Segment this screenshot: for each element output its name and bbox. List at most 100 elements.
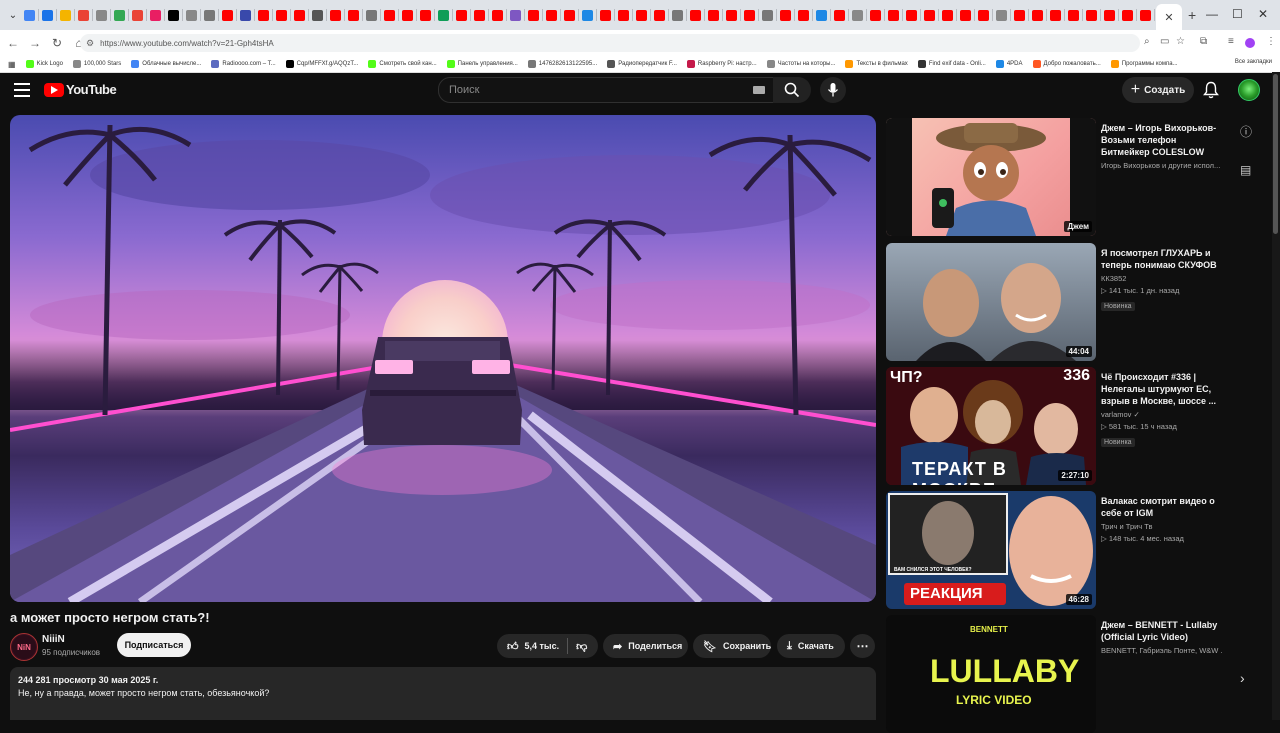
tab-favicon[interactable] xyxy=(60,9,71,21)
site-info-icon[interactable]: ⚙ xyxy=(86,38,94,49)
bookmark-item[interactable]: 1476282613122595... xyxy=(527,60,597,68)
bookmark-item[interactable]: Добро пожаловать... xyxy=(1032,60,1101,68)
like-count[interactable]: 5,4 тыс. xyxy=(525,641,560,651)
apps-grid-icon[interactable]: ▦ xyxy=(8,60,16,69)
voice-search-button[interactable] xyxy=(820,77,846,103)
tab-favicon[interactable] xyxy=(348,9,359,21)
more-actions-button[interactable]: ⋯ xyxy=(850,634,875,658)
tab-favicon[interactable] xyxy=(978,9,989,21)
tab-favicon[interactable] xyxy=(708,9,719,21)
channel-avatar[interactable]: NiN xyxy=(10,633,38,661)
tab-favicon[interactable] xyxy=(240,9,251,21)
maximize-icon[interactable]: ☐ xyxy=(1232,7,1243,21)
tab-favicon[interactable] xyxy=(258,9,269,21)
bookmark-item[interactable]: Cqp/MFFXf.g/AQQzT... xyxy=(285,60,358,68)
bookmark-item[interactable]: Смотреть свой кан... xyxy=(368,60,437,68)
share-button[interactable]: ➦ Поделиться xyxy=(603,634,688,658)
tab-favicon[interactable] xyxy=(492,9,503,21)
tab-favicon[interactable] xyxy=(1014,9,1025,21)
tab-favicon[interactable] xyxy=(222,9,233,21)
scrollbar-thumb[interactable] xyxy=(1273,74,1278,234)
tab-favicon[interactable] xyxy=(456,9,467,21)
keyboard-icon[interactable] xyxy=(753,86,765,94)
tab-favicon[interactable] xyxy=(366,9,377,21)
tab-favicon[interactable] xyxy=(1122,9,1133,21)
tab-favicon[interactable] xyxy=(744,9,755,21)
cast-icon[interactable]: ▭ xyxy=(1160,36,1169,47)
zoom-icon[interactable]: ⌕ xyxy=(1144,36,1150,47)
tab-favicon[interactable] xyxy=(528,9,539,21)
tab-favicon[interactable] xyxy=(24,9,35,21)
recommendation-item[interactable]: ВАМ СНИЛСЯ ЭТОТ ЧЕЛОВЕК? РЕАКЦИЯ 46:28 В… xyxy=(886,491,1226,609)
tab-favicon[interactable] xyxy=(438,9,449,21)
bookmark-item[interactable]: Панель управления... xyxy=(446,60,518,68)
tab-favicon[interactable] xyxy=(150,9,161,21)
tab-favicon[interactable] xyxy=(546,9,557,21)
tab-favicon[interactable] xyxy=(834,9,845,21)
recommendation-title[interactable]: Джем – Игорь Вихорьков-Возьми телефон Би… xyxy=(1101,122,1223,158)
tab-favicon[interactable] xyxy=(564,9,575,21)
bookmark-item[interactable]: Частоты на которы... xyxy=(766,60,835,68)
bookmark-item[interactable]: Kick Logo xyxy=(25,60,63,68)
forward-icon[interactable]: → xyxy=(26,36,44,50)
tab-favicon[interactable] xyxy=(1032,9,1043,21)
address-bar[interactable]: ⚙ https://www.youtube.com/watch?v=21-Gph… xyxy=(80,34,1140,52)
tab-favicon[interactable] xyxy=(186,9,197,21)
bookmark-item[interactable]: Find exif data - Onli... xyxy=(917,60,986,68)
bookmark-star-icon[interactable]: ☆ xyxy=(1176,36,1185,47)
tab-favicon[interactable] xyxy=(780,9,791,21)
back-icon[interactable]: ← xyxy=(4,36,22,50)
recommendation-item[interactable]: ЧП? 336 ТЕРАКТ В МОСКВЕ 2:27:10 Чё Проис… xyxy=(886,367,1226,485)
tab-favicon[interactable] xyxy=(762,9,773,21)
bookmark-item[interactable]: 100,000 Stars xyxy=(72,60,121,68)
recommendation-thumbnail[interactable]: ВАМ СНИЛСЯ ЭТОТ ЧЕЛОВЕК? РЕАКЦИЯ 46:28 xyxy=(886,491,1096,609)
page-scrollbar[interactable] xyxy=(1272,72,1280,720)
recommendation-title[interactable]: Валакас смотрит видео о себе от IGM xyxy=(1101,495,1223,519)
recommendation-thumbnail[interactable]: 44:04 xyxy=(886,243,1096,361)
tab-favicon[interactable] xyxy=(330,9,341,21)
all-bookmarks[interactable]: Все закладки xyxy=(1235,59,1272,65)
recommendation-thumbnail[interactable]: Джем xyxy=(886,118,1096,236)
tab-favicon[interactable] xyxy=(618,9,629,21)
bookmark-item[interactable]: Программы компа... xyxy=(1110,60,1178,68)
tab-favicon[interactable] xyxy=(1050,9,1061,21)
hamburger-menu-icon[interactable] xyxy=(14,83,30,97)
search-input[interactable]: Поиск xyxy=(438,77,774,103)
tab-favicon[interactable] xyxy=(888,9,899,21)
tab-favicon[interactable] xyxy=(636,9,647,21)
create-button[interactable]: + Создать xyxy=(1122,77,1194,103)
bookmark-item[interactable]: Тексты в фильмах xyxy=(845,60,908,68)
tab-favicon[interactable] xyxy=(1068,9,1079,21)
tab-favicon[interactable] xyxy=(402,9,413,21)
info-icon[interactable]: ⓘ xyxy=(1240,123,1252,140)
tab-favicon[interactable] xyxy=(672,9,683,21)
tab-favicon[interactable] xyxy=(726,9,737,21)
tab-favicon[interactable] xyxy=(1140,9,1151,21)
tab-favicon[interactable] xyxy=(276,9,287,21)
tab-favicon[interactable] xyxy=(996,9,1007,21)
tab-favicon[interactable] xyxy=(600,9,611,21)
tab-favicon[interactable] xyxy=(510,9,521,21)
tab-favicon[interactable] xyxy=(798,9,809,21)
tab-favicon[interactable] xyxy=(78,9,89,21)
chevron-right-icon[interactable]: › xyxy=(1240,670,1245,686)
tab-favicon[interactable] xyxy=(294,9,305,21)
tab-favicon[interactable] xyxy=(474,9,485,21)
tab-search-icon[interactable]: ⌄ xyxy=(4,6,22,24)
bookmark-item[interactable]: Raspberry Pi: настр... xyxy=(686,60,757,68)
browser-menu-icon[interactable]: ⋮ xyxy=(1266,36,1276,47)
new-tab-icon[interactable]: + xyxy=(1188,7,1196,23)
recommendation-item[interactable]: 44:04 Я посмотрел ГЛУХАРЬ и теперь поним… xyxy=(886,243,1226,361)
tab-favicon[interactable] xyxy=(942,9,953,21)
tab-favicon[interactable] xyxy=(906,9,917,21)
tab-favicon[interactable] xyxy=(96,9,107,21)
download-button[interactable]: ⤓ Скачать xyxy=(777,634,845,658)
tab-favicon[interactable] xyxy=(960,9,971,21)
tab-favicon[interactable] xyxy=(1086,9,1097,21)
tab-favicon[interactable] xyxy=(690,9,701,21)
description-box[interactable]: 244 281 просмотр 30 мая 2025 г. Не, ну а… xyxy=(10,667,876,720)
profile-avatar[interactable] xyxy=(1245,38,1255,48)
tab-list[interactable] xyxy=(22,9,1156,21)
bookmark-item[interactable]: Radioooo.com – T... xyxy=(211,60,276,68)
tab-favicon[interactable] xyxy=(312,9,323,21)
